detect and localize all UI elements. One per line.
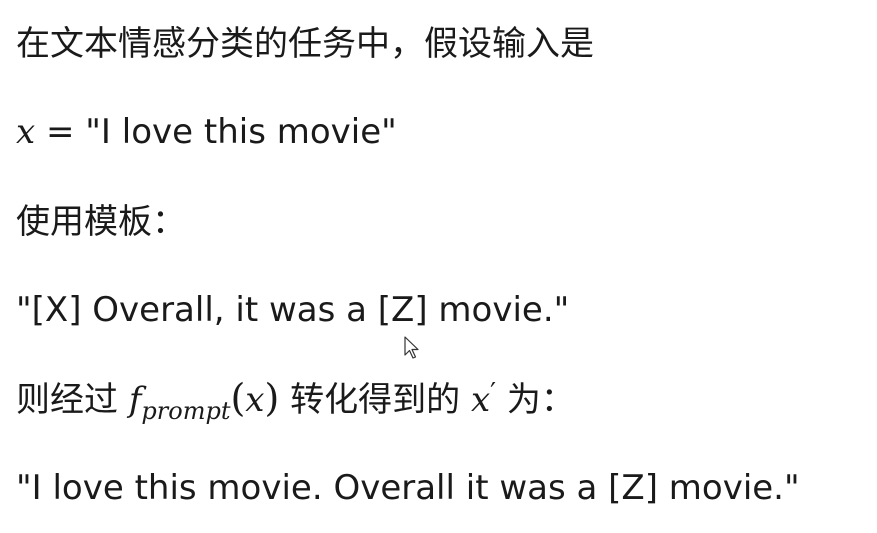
- input-example: x = "I love this movie": [16, 110, 397, 154]
- prompt-prefix: 则经过: [16, 380, 129, 420]
- prompt-middle-text: 转化得到的: [279, 380, 471, 420]
- math-variable-x-prime: x: [470, 380, 491, 420]
- math-prime: ′: [490, 378, 497, 408]
- input-sentence: "I love this movie": [85, 112, 397, 152]
- prompt-function-line: 则经过 fprompt(x) 转化得到的 x′ 为：: [16, 376, 575, 425]
- equals-sign: =: [35, 112, 86, 152]
- intro-text: 在文本情感分类的任务中，假设输入是: [16, 24, 594, 64]
- math-right-paren: ): [264, 376, 280, 420]
- math-argument-x: x: [245, 380, 265, 420]
- math-subscript-prompt: prompt: [141, 397, 231, 425]
- math-variable-x: x: [16, 112, 36, 152]
- prompt-suffix: 为：: [496, 380, 575, 420]
- prompt-result: "I love this movie. Overall it was a [Z]…: [16, 468, 800, 508]
- math-function-f: f: [128, 380, 142, 420]
- math-left-paren: (: [230, 376, 246, 420]
- mouse-pointer-icon: [404, 336, 419, 359]
- template-text: "[X] Overall, it was a [Z] movie.": [16, 290, 570, 330]
- template-heading: 使用模板：: [16, 202, 186, 242]
